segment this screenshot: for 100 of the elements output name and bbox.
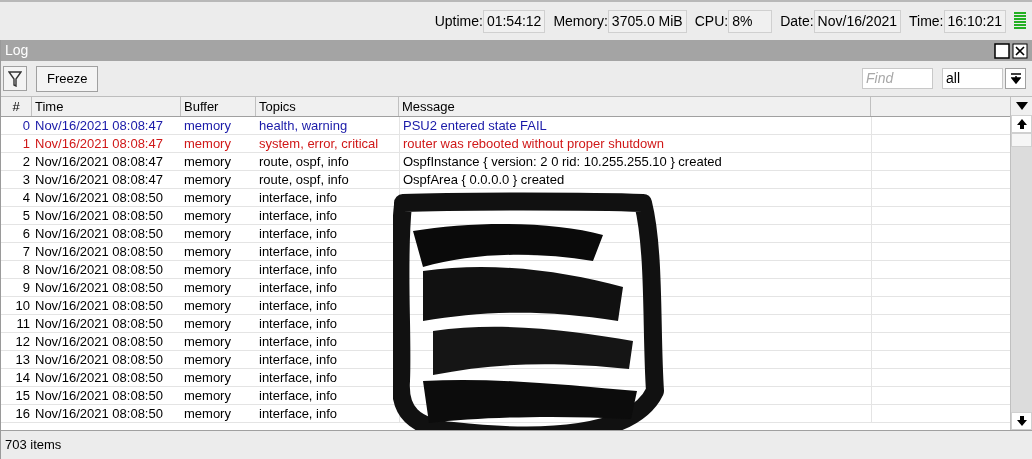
table-cell-text: interface, info	[258, 225, 339, 242]
close-icon[interactable]	[1012, 42, 1028, 59]
table-cell-text: interface, info	[258, 243, 339, 260]
dropdown-button[interactable]	[1005, 68, 1026, 89]
find-field[interactable]: Find	[862, 68, 933, 89]
freeze-button[interactable]: Freeze	[36, 65, 99, 92]
column-header[interactable]: Time	[32, 97, 181, 116]
table-cell-text: interface, info	[258, 351, 339, 368]
window-title: Log	[5, 41, 29, 60]
status-value: 8%	[728, 9, 773, 33]
status-label: Uptime:	[434, 11, 483, 31]
row-number: 16	[14, 405, 31, 422]
table-cell-text: memory	[183, 315, 232, 332]
table-cell-text: interface, info	[258, 333, 339, 350]
row-number: 1	[21, 135, 31, 152]
row-number: 12	[14, 333, 31, 350]
table-cell: OspfArea { 0.0.0.0 } created	[403, 172, 565, 187]
table-cell: PSU2 entered state FAIL	[403, 118, 547, 133]
table-cell: OspfInstance { version: 2 0 rid: 10.255.255.10 } created	[403, 154, 722, 169]
table-cell-text: memory	[183, 261, 232, 278]
table-cell-text: memory	[183, 297, 232, 314]
table-cell-text: Nov/16/2021 08:08:47	[34, 153, 164, 170]
table-cell-text: Nov/16/2021 08:08:47	[34, 135, 164, 152]
table-cell-text: memory	[183, 225, 232, 242]
table-cell-text: memory	[183, 171, 232, 188]
table-cell-text: memory	[183, 279, 232, 296]
table-cell-text: interface, info	[258, 387, 339, 404]
status-label: CPU:	[694, 11, 729, 31]
table-cell-text: Nov/16/2021 08:08:50	[34, 225, 164, 242]
item-count: 703 items	[5, 436, 62, 455]
table-cell-text: memory	[183, 369, 232, 386]
table-cell-text: Nov/16/2021 08:08:50	[34, 261, 164, 278]
status-label: Memory:	[553, 11, 608, 31]
table-cell-text: interface, info	[258, 279, 339, 296]
table-cell-text: Nov/16/2021 08:08:50	[34, 243, 164, 260]
table-cell-text: interface, info	[258, 405, 339, 422]
column-header[interactable]: Buffer	[181, 97, 256, 116]
table-cell-text: memory	[183, 333, 232, 350]
table-cell-text: Nov/16/2021 08:08:50	[34, 405, 164, 422]
table-cell-text: Nov/16/2021 08:08:47	[34, 171, 164, 188]
table-cell-text: interface, info	[258, 297, 339, 314]
row-number: 8	[21, 261, 31, 278]
table-cell-text: Nov/16/2021 08:08:50	[34, 315, 164, 332]
status-value: 01:54:12	[482, 9, 546, 33]
status-value: 3705.0 MiB	[607, 9, 687, 33]
table-cell-text: memory	[183, 135, 232, 152]
table-cell-text: interface, info	[258, 369, 339, 386]
row-number: 5	[21, 207, 31, 224]
status-label: Date:	[780, 11, 814, 31]
column-header[interactable]: #	[1, 97, 32, 116]
column-header[interactable]: Topics	[256, 97, 399, 116]
row-number: 13	[14, 351, 31, 368]
table-cell-text: Nov/16/2021 08:08:50	[34, 189, 164, 206]
table-cell-text: memory	[183, 207, 232, 224]
column-header[interactable]: Message	[399, 97, 871, 116]
table-cell-text: interface, info	[258, 261, 339, 278]
table-cell-text: health, warning	[258, 117, 349, 134]
table-cell-text: Nov/16/2021 08:08:47	[34, 117, 164, 134]
scroll-up-button[interactable]	[1011, 115, 1032, 133]
row-number: 3	[21, 171, 31, 188]
table-cell-text: route, ospf, info	[258, 153, 350, 170]
table-cell-text: interface, info	[258, 315, 339, 332]
row-number: 4	[21, 189, 31, 206]
table-cell-text: memory	[183, 351, 232, 368]
table-cell-text: memory	[183, 405, 232, 422]
row-number: 9	[21, 279, 31, 296]
table-cell-text: Nov/16/2021 08:08:50	[34, 207, 164, 224]
arrow-up-icon	[1016, 119, 1027, 129]
row-number: 7	[21, 243, 31, 260]
maximize-icon[interactable]	[994, 42, 1010, 59]
table-cell-text: route, ospf, info	[258, 171, 350, 188]
table-cell-text: Nov/16/2021 08:08:50	[34, 279, 164, 296]
status-label: Time:	[909, 11, 944, 31]
table-cell-text: system, error, critical	[258, 135, 380, 152]
table-cell-text: Nov/16/2021 08:08:50	[34, 333, 164, 350]
row-number: 2	[21, 153, 31, 170]
table-cell-text: interface, info	[258, 207, 339, 224]
row-number: 15	[14, 387, 31, 404]
download-arrow-icon	[1010, 73, 1021, 84]
row-number: 14	[14, 369, 31, 386]
table-cell-text: memory	[183, 243, 232, 260]
filter-dropdown[interactable]: all	[942, 68, 1003, 89]
column-menu-icon[interactable]	[1015, 102, 1028, 110]
row-number: 11	[15, 315, 31, 332]
table-cell-text: memory	[183, 153, 232, 170]
scroll-down-button[interactable]	[1011, 412, 1032, 430]
row-number: 0	[21, 117, 31, 134]
row-number: 10	[14, 297, 31, 314]
row-number: 6	[21, 225, 31, 242]
filter-icon	[8, 70, 22, 87]
scrollbar-thumb[interactable]	[1011, 133, 1032, 147]
status-value: Nov/16/2021	[813, 9, 901, 33]
table-cell-text: memory	[183, 387, 232, 404]
filter-button[interactable]	[3, 66, 27, 91]
table-cell-text: memory	[183, 189, 232, 206]
table-cell-text: Nov/16/2021 08:08:50	[34, 351, 164, 368]
table-cell-text: Nov/16/2021 08:08:50	[34, 297, 164, 314]
status-value: 16:10:21	[943, 9, 1006, 33]
table-cell-text: memory	[183, 117, 232, 134]
table-cell: router was rebooted without proper shutdown	[403, 136, 664, 151]
